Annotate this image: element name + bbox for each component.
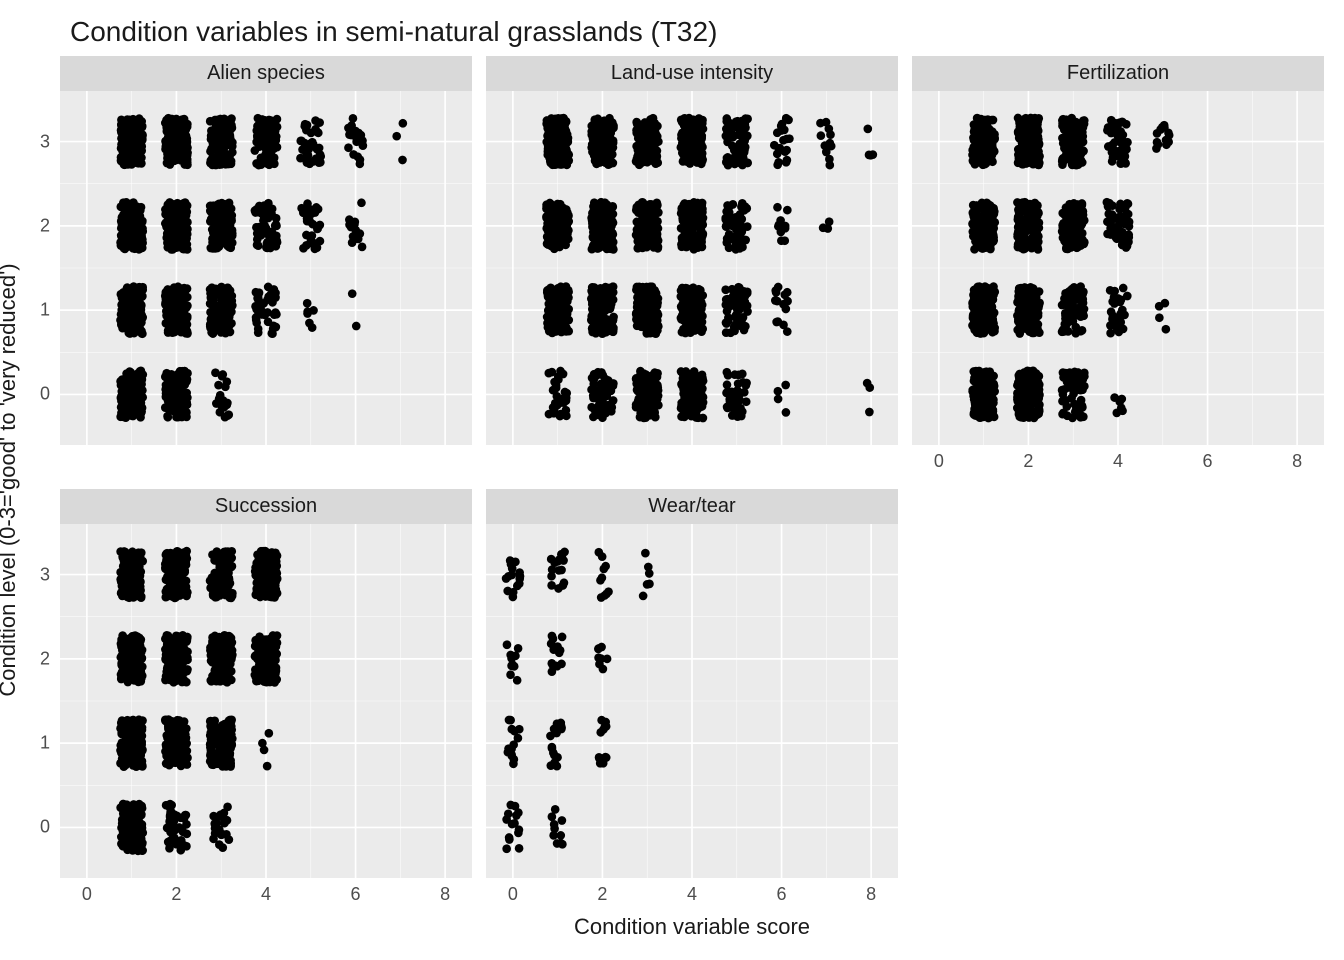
y-tick-label: 1 <box>40 733 50 754</box>
facet-panel: Fertilization 0 2 4 6 8 <box>912 56 1324 475</box>
x-tick-label: 6 <box>1203 451 1213 472</box>
facet-strip: Alien species <box>60 56 472 91</box>
plot-area <box>60 524 472 878</box>
x-tick-label: 2 <box>1023 451 1033 472</box>
x-axis-label: Condition variable score <box>60 914 1324 940</box>
figure: Condition variables in semi-natural gras… <box>0 0 1344 960</box>
facet-strip: Succession <box>60 489 472 524</box>
x-tick-label: 4 <box>1113 451 1123 472</box>
chart-title: Condition variables in semi-natural gras… <box>70 16 1324 48</box>
y-axis-ticks: 0 1 2 3 <box>24 524 54 878</box>
x-tick-label: 4 <box>687 884 697 905</box>
x-axis-ticks: 0 2 4 6 8 <box>912 445 1324 475</box>
facet-strip: Wear/tear <box>486 489 898 524</box>
y-tick-label: 3 <box>40 131 50 152</box>
plot-area <box>912 91 1324 445</box>
x-tick-label: 0 <box>82 884 92 905</box>
x-tick-label: 8 <box>440 884 450 905</box>
x-axis-ticks: 0 2 4 6 8 <box>486 878 898 908</box>
facet-panel: Succession012302468 <box>60 489 472 908</box>
facet-panel: Wear/tear 0 2 4 6 8 <box>486 489 898 908</box>
facet-strip: Fertilization <box>912 56 1324 91</box>
x-tick-label: 2 <box>597 884 607 905</box>
plot-area <box>60 91 472 445</box>
facet-panel: Land-use intensity <box>486 56 898 475</box>
y-tick-label: 1 <box>40 300 50 321</box>
y-axis-ticks: 0 1 2 3 <box>24 91 54 445</box>
y-tick-label: 0 <box>40 384 50 405</box>
y-axis-label: Condition level (0-3='good' to 'very red… <box>0 263 21 696</box>
x-tick-label: 6 <box>351 884 361 905</box>
y-tick-label: 3 <box>40 564 50 585</box>
x-tick-label: 6 <box>777 884 787 905</box>
x-tick-label: 8 <box>866 884 876 905</box>
facet-strip: Land-use intensity <box>486 56 898 91</box>
plot-area <box>486 91 898 445</box>
x-axis-ticks: 0 2 4 6 8 <box>60 878 472 908</box>
x-tick-label: 0 <box>934 451 944 472</box>
x-tick-label: 0 <box>508 884 518 905</box>
x-tick-label: 4 <box>261 884 271 905</box>
y-tick-label: 2 <box>40 215 50 236</box>
y-tick-label: 2 <box>40 648 50 669</box>
x-axis-ticks <box>60 445 472 475</box>
x-axis-ticks <box>486 445 898 475</box>
y-tick-label: 0 <box>40 817 50 838</box>
facet-panel: Alien species0123 <box>60 56 472 475</box>
x-tick-label: 8 <box>1292 451 1302 472</box>
facet-grid: Alien species0123 Land-use intensity Ferti… <box>60 56 1324 908</box>
plot-area <box>486 524 898 878</box>
x-tick-label: 2 <box>171 884 181 905</box>
